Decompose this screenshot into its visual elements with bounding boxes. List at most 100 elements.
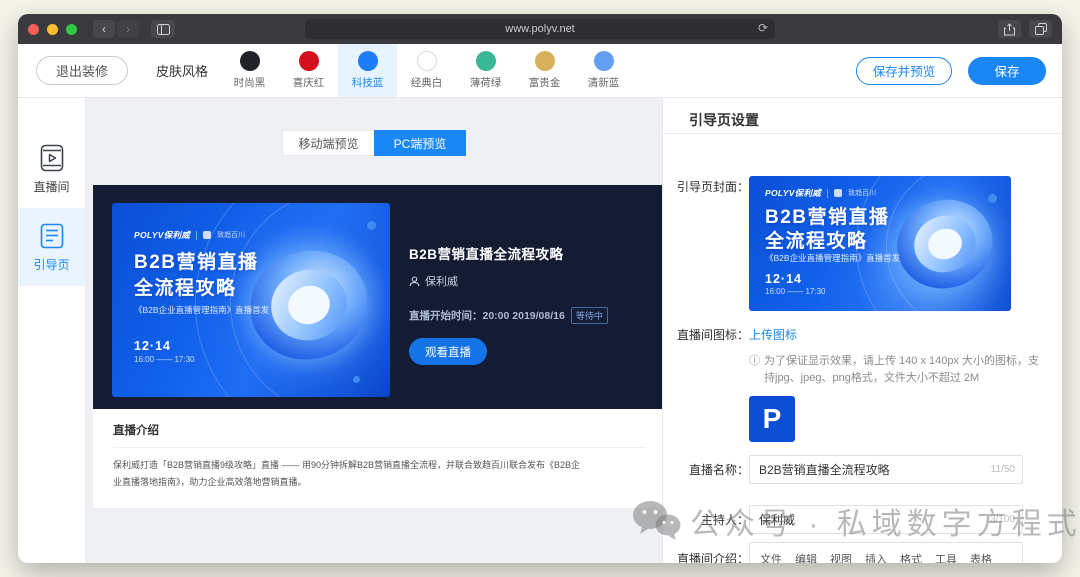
banner-logos: POLYV保利威 致趋百川 [134,229,245,241]
room-intro-label: 直播间介绍： [663,542,749,563]
room-logo-thumbnail[interactable]: P [749,396,795,442]
partner-logo-icon [834,189,842,197]
traffic-lights [28,24,77,35]
start-time-text: 直播开始时间：20:00 2019/08/16 [409,308,565,323]
theme-white[interactable]: 经典白 [397,44,456,97]
editor-menu-view[interactable]: 视图 [830,551,852,563]
live-intro-section: 直播介绍 保利威打造「B2B营销直播9级攻略」直播 —— 用90分钟拆解B2B营… [93,409,663,508]
banner-title-line1: B2B营销直播 [765,202,890,229]
banner-subtitle: 《B2B企业直播管理指南》直播首发 [765,252,900,264]
theme-swatches: 时尚黑 喜庆红 科技蓝 经典白 薄荷绿 富贵金 [220,44,633,97]
theme-tech-blue[interactable]: 科技蓝 [338,44,397,97]
tab-pc-preview[interactable]: PC端预览 [374,130,466,156]
banner-time: 16:00 —— 17:30 [134,355,194,364]
theme-white-dot [417,51,437,71]
theme-fresh-blue-dot [594,51,614,71]
theme-gold[interactable]: 富贵金 [515,44,574,97]
maximize-window-icon[interactable] [66,24,77,35]
live-hero-section: POLYV保利威 致趋百川 B2B营销直播 全流程攻略 《B2B企业直播管理指南… [93,185,663,409]
save-and-preview-button[interactable]: 保存并预览 [856,57,952,85]
host-value: 保利威 [759,511,795,528]
landing-page-preview-card: POLYV保利威 致趋百川 B2B营销直播 全流程攻略 《B2B企业直播管理指南… [93,185,663,508]
theme-red-dot [299,51,319,71]
editor-menu-file[interactable]: 文件 [760,551,782,563]
browser-titlebar: ‹ › www.polyv.net ⟳ [18,14,1062,44]
theme-black-dot [240,51,260,71]
exit-decoration-button[interactable]: 退出装修 [36,56,128,85]
intro-editor[interactable]: 文件 编辑 视图 插入 格式 工具 表格 [749,542,1023,563]
sidebar-toggle-icon[interactable] [151,20,175,38]
reload-icon[interactable]: ⟳ [758,21,768,35]
editor-menu-bar: 文件 编辑 视图 插入 格式 工具 表格 [750,543,1022,563]
url-text: www.polyv.net [505,23,575,35]
banner-title-line2: 全流程攻略 [134,273,237,300]
editor-menu-format[interactable]: 格式 [900,551,922,563]
live-info-block: B2B营销直播全流程攻略 保利威 直播开始时间：20:00 2019/08/16… [390,185,608,409]
polyv-logo: POLYV保利威 [765,187,821,199]
settings-panel: 引导页设置 引导页封面： POLYV保利威 致趋百川 B2B营 [662,98,1062,563]
live-name-counter: 11/50 [991,464,1015,475]
theme-green-dot [476,51,496,71]
theme-green[interactable]: 薄荷绿 [456,44,515,97]
theme-red[interactable]: 喜庆红 [279,44,338,97]
intro-text: 保利威打造「B2B营销直播9级攻略」直播 —— 用90分钟拆解B2B营销直播全流… [113,457,583,491]
banner-subtitle: 《B2B企业直播管理指南》直播首发 [134,304,269,316]
theme-fresh-blue[interactable]: 清新蓝 [574,44,633,97]
tab-mobile-preview[interactable]: 移动端预览 [282,130,374,156]
polyv-logo: POLYV保利威 [134,229,190,241]
live-name-value: B2B营销直播全流程攻略 [759,461,890,478]
minimize-window-icon[interactable] [47,24,58,35]
editor-menu-edit[interactable]: 编辑 [795,551,817,563]
preview-area: 移动端预览 PC端预览 POLYV保利威 [86,98,662,563]
theme-tech-blue-dot [358,51,378,71]
banner-date: 12·14 [765,272,802,286]
landing-page-icon [37,221,67,251]
partner-logo: 致趋百川 [848,188,876,198]
settings-title: 引导页设置 [663,98,1062,133]
watch-live-button[interactable]: 观看直播 [409,338,487,365]
live-name-input[interactable]: B2B营销直播全流程攻略 11/50 [749,455,1023,484]
upload-note: ⓘ 为了保证显示效果，请上传 140 x 140px 大小的图标，支持jpg、j… [749,353,1046,386]
save-button[interactable]: 保存 [968,57,1046,85]
address-bar[interactable]: www.polyv.net ⟳ [305,19,775,39]
share-icon[interactable] [998,20,1021,38]
banner-dot [353,376,360,383]
intro-heading: 直播介绍 [93,409,663,438]
logo-divider [827,189,828,198]
host-name: 保利威 [425,273,458,289]
host-label: 主持人： [663,511,749,528]
preview-tabs: 移动端预览 PC端预览 [86,130,662,156]
intro-divider [113,447,645,448]
decorator-toolbar: 退出装修 皮肤风格 时尚黑 喜庆红 科技蓝 经典白 薄荷绿 [18,44,1062,98]
live-title: B2B营销直播全流程攻略 [409,243,608,263]
editor-menu-tools[interactable]: 工具 [935,551,957,563]
cover-thumbnail[interactable]: POLYV保利威 致趋百川 B2B营销直播 全流程攻略 《B2B企业直播管理指南… [749,176,1011,311]
forward-icon[interactable]: › [117,20,139,38]
editor-menu-insert[interactable]: 插入 [865,551,887,563]
live-banner: POLYV保利威 致趋百川 B2B营销直播 全流程攻略 《B2B企业直播管理指南… [112,203,390,397]
upload-icon-link[interactable]: 上传图标 [749,326,797,343]
partner-logo: 致趋百川 [217,230,245,240]
room-icon-label: 直播间图标： [663,326,749,343]
host-input[interactable]: 保利威 3/100 [749,505,1023,534]
logo-divider [196,231,197,240]
host-counter: 3/100 [990,514,1015,525]
cover-label: 引导页封面： [663,176,749,311]
browser-window: ‹ › www.polyv.net ⟳ 退出装修 皮肤风格 时尚黑 [18,14,1062,563]
back-icon[interactable]: ‹ [93,20,115,38]
editor-menu-table[interactable]: 表格 [970,551,992,563]
live-name-label: 直播名称： [663,461,749,478]
banner-logos: POLYV保利威 致趋百川 [765,187,876,199]
sidebar-item-landing-page[interactable]: 引导页 [18,208,85,286]
partner-logo-icon [203,231,211,239]
live-room-icon [37,143,67,173]
tabs-overview-icon[interactable] [1029,20,1052,38]
close-window-icon[interactable] [28,24,39,35]
sidebar-item-live-room[interactable]: 直播间 [18,130,85,208]
theme-black[interactable]: 时尚黑 [220,44,279,97]
left-sidebar: 直播间 引导页 [18,98,86,563]
skin-style-label: 皮肤风格 [156,61,208,80]
status-badge: 等待中 [571,307,608,324]
info-icon: ⓘ [749,353,760,386]
banner-dot [988,194,997,203]
